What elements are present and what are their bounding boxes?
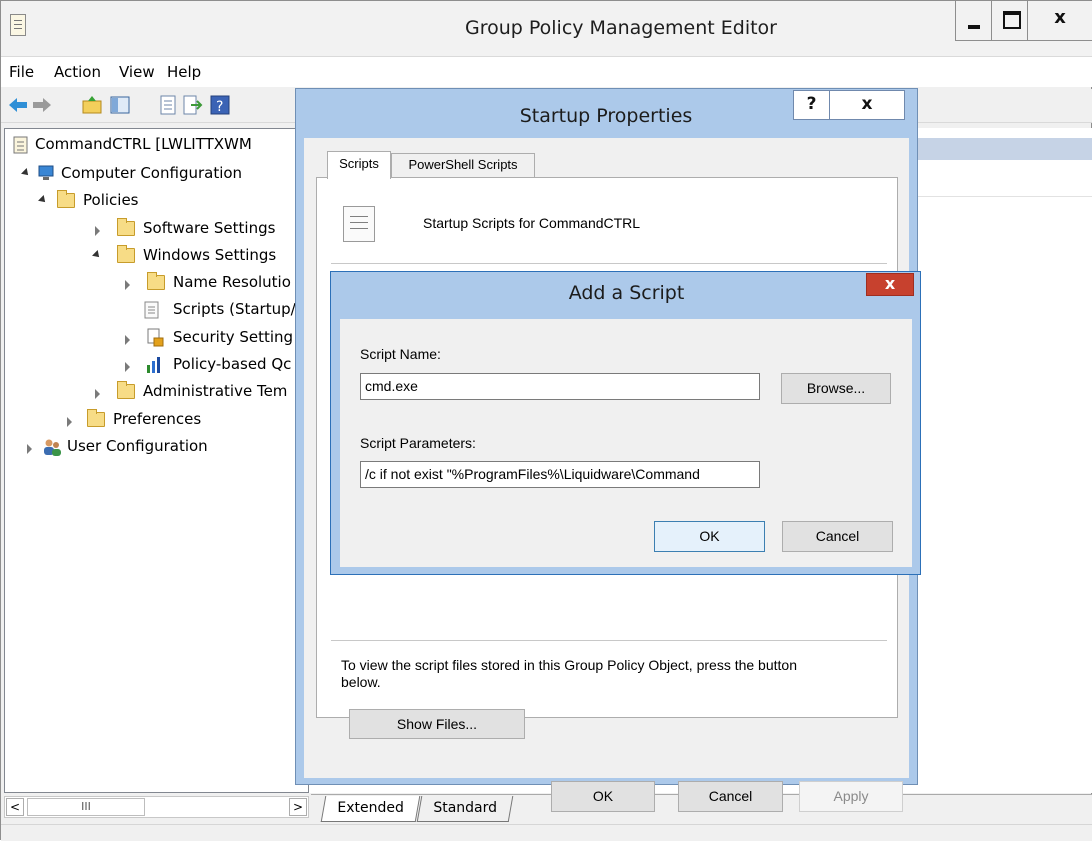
script-parameters-label: Script Parameters: (360, 435, 476, 451)
tree-label: Policies (83, 191, 139, 209)
tree-label: User Configuration (67, 437, 208, 455)
ok-button[interactable]: OK (551, 781, 655, 812)
view-files-instructions: To view the script files stored in this … (341, 657, 797, 690)
collapsed-arrow-icon[interactable] (95, 226, 100, 236)
forward-arrow-icon[interactable] (31, 94, 53, 116)
menu-view[interactable]: View (119, 63, 155, 81)
up-folder-icon[interactable] (81, 94, 103, 116)
menu-action[interactable]: Action (54, 63, 101, 81)
script-name-label: Script Name: (360, 346, 441, 362)
minimize-button[interactable] (955, 1, 992, 41)
folder-icon (87, 409, 105, 427)
expanded-arrow-icon[interactable] (38, 195, 48, 205)
tab-scripts[interactable]: Scripts (327, 151, 391, 179)
tab-extended-label: Extended (337, 800, 404, 816)
bar-chart-icon (147, 357, 160, 373)
cancel-button[interactable]: Cancel (782, 521, 893, 552)
properties-icon[interactable] (157, 94, 179, 116)
menu-bar: File Action View Help (1, 57, 1092, 87)
help-icon[interactable]: ? (209, 94, 231, 116)
title-bar: Group Policy Management Editor (1, 1, 1092, 57)
tab-extended[interactable]: Extended (320, 796, 421, 822)
folder-icon (117, 245, 135, 263)
collapsed-arrow-icon[interactable] (125, 280, 130, 290)
script-icon (144, 301, 159, 319)
policy-document-icon (13, 136, 28, 154)
help-button[interactable]: ? (793, 90, 830, 120)
tab-standard[interactable]: Standard (416, 796, 514, 822)
divider (331, 263, 887, 264)
tree-label: Administrative Tem (143, 382, 288, 400)
tree-label: Security Setting (173, 328, 294, 346)
apply-button[interactable]: Apply (799, 781, 903, 812)
tree-label: Preferences (113, 410, 202, 428)
browse-button[interactable]: Browse... (781, 373, 891, 404)
status-bar (1, 824, 1092, 841)
show-hide-tree-icon[interactable] (109, 94, 131, 116)
back-arrow-icon[interactable] (7, 94, 29, 116)
dialog-title: Add a Script (568, 282, 685, 304)
tree-label: Policy-based Qc (173, 355, 292, 373)
svg-text:?: ? (216, 99, 223, 115)
script-file-icon (343, 206, 375, 242)
script-name-input[interactable]: cmd.exe (360, 373, 760, 400)
tree-label: Windows Settings (143, 246, 277, 264)
close-button[interactable]: x (1027, 1, 1092, 41)
users-icon (44, 439, 61, 456)
collapsed-arrow-icon[interactable] (67, 417, 72, 427)
folder-icon (147, 272, 165, 290)
cancel-button[interactable]: Cancel (678, 781, 783, 812)
horizontal-scrollbar[interactable]: < III > (4, 796, 309, 818)
scroll-right-button[interactable]: > (289, 798, 307, 816)
divider (331, 640, 887, 641)
dialog-body: Script Name: cmd.exe Browse... Script Pa… (340, 319, 912, 567)
collapsed-arrow-icon[interactable] (27, 444, 32, 454)
tree-label: Scripts (Startup/ (173, 300, 296, 318)
menu-help[interactable]: Help (167, 63, 201, 81)
tree-label: Software Settings (143, 219, 276, 237)
collapsed-arrow-icon[interactable] (125, 362, 130, 372)
window-title: Group Policy Management Editor (464, 17, 777, 39)
ok-button[interactable]: OK (654, 521, 765, 552)
tree-label: Name Resolutio (173, 273, 291, 291)
tab-powershell-scripts[interactable]: PowerShell Scripts (391, 153, 535, 177)
expanded-arrow-icon[interactable] (92, 250, 102, 260)
script-parameters-input[interactable]: /c if not exist "%ProgramFiles%\Liquidwa… (360, 461, 760, 488)
collapsed-arrow-icon[interactable] (125, 335, 130, 345)
scroll-left-button[interactable]: < (6, 798, 24, 816)
maximize-button[interactable] (991, 1, 1028, 41)
folder-icon (117, 381, 135, 399)
export-list-icon[interactable] (181, 94, 203, 116)
tab-standard-label: Standard (433, 800, 498, 816)
scroll-thumb[interactable]: III (27, 798, 145, 816)
console-tree: CommandCTRL [LWLITTXWM Computer Configur… (4, 128, 309, 793)
tree-label: CommandCTRL [LWLITTXWM (35, 135, 252, 153)
security-lock-icon (147, 328, 164, 347)
tree-label: Computer Configuration (61, 164, 243, 182)
show-files-button[interactable]: Show Files... (349, 709, 525, 739)
add-script-dialog: Add a Script x Script Name: cmd.exe Brow… (330, 271, 921, 575)
collapsed-arrow-icon[interactable] (95, 389, 100, 399)
folder-icon (117, 218, 135, 236)
expanded-arrow-icon[interactable] (21, 168, 31, 178)
folder-icon (57, 190, 75, 208)
computer-icon (38, 165, 54, 180)
close-button[interactable]: x (829, 90, 905, 120)
close-button[interactable]: x (866, 273, 914, 296)
startup-scripts-heading: Startup Scripts for CommandCTRL (423, 215, 641, 231)
menu-file[interactable]: File (9, 63, 34, 81)
